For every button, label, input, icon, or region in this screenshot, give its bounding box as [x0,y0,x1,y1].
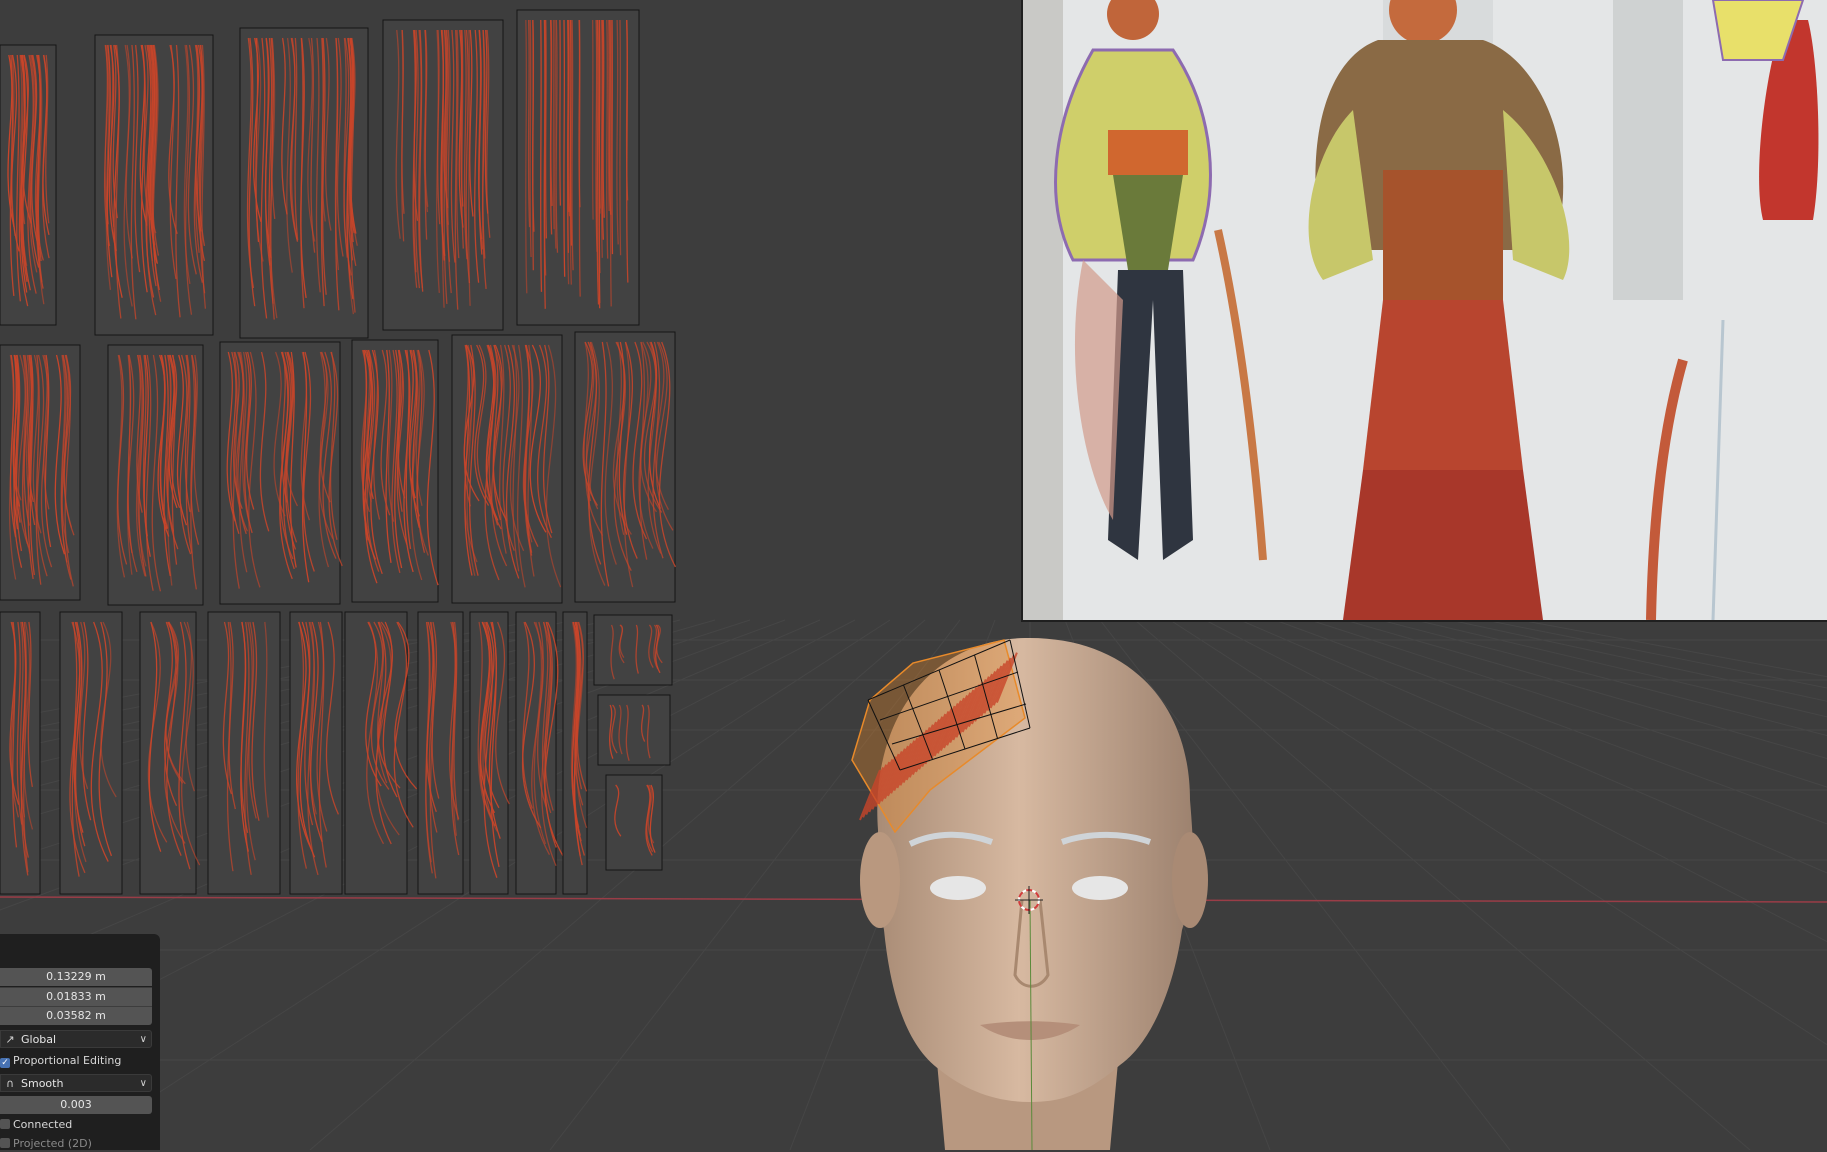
hair-card[interactable] [344,611,418,895]
checkbox-unchecked-icon [0,1138,10,1148]
connected-label: Connected [13,1118,73,1131]
orientation-label: Global [21,1033,57,1046]
hair-cards[interactable] [0,9,677,895]
proportional-size-field[interactable]: 0.003 [0,1096,152,1114]
hair-card[interactable] [239,27,369,339]
move-x-field[interactable]: 0.13229 m [0,968,152,986]
hair-card[interactable] [94,34,214,336]
hair-card[interactable] [593,614,673,686]
hair-card[interactable] [597,694,671,766]
left-ear [860,832,900,928]
hair-card[interactable] [351,339,439,603]
hair-card[interactable] [605,774,663,871]
hair-card[interactable] [562,611,588,895]
hair-card[interactable] [417,611,464,895]
adjust-last-operation-panel[interactable]: 0.13229 m 0.01833 m 0.03582 m ↗ Global ∨… [0,934,160,1150]
connected-checkbox[interactable]: Connected [0,1117,72,1133]
hair-card[interactable] [107,344,204,606]
hair-card[interactable] [0,44,57,326]
hair-card[interactable] [451,334,563,604]
left-eye [930,876,986,900]
orientation-dropdown[interactable]: ↗ Global ∨ [0,1030,152,1048]
reference-image-concept-art[interactable] [1021,0,1827,622]
move-z-field[interactable]: 0.03582 m [0,1006,152,1025]
falloff-dropdown[interactable]: ∩ Smooth ∨ [0,1074,152,1092]
chevron-down-icon: ∨ [139,1034,147,1045]
hair-card[interactable] [207,611,281,895]
hair-card[interactable] [219,341,343,605]
hair-card[interactable] [516,9,640,326]
hair-card[interactable] [382,19,504,331]
projected-2d-label: Projected (2D) [13,1137,92,1150]
checkbox-checked-icon: ✓ [0,1058,10,1068]
hair-card[interactable] [515,611,566,895]
move-y-field[interactable]: 0.01833 m [0,987,152,1006]
chevron-down-icon: ∨ [139,1078,147,1089]
hair-card[interactable] [0,344,81,601]
hair-card[interactable] [139,611,201,895]
hair-card[interactable] [0,611,41,895]
checkbox-unchecked-icon [0,1119,10,1129]
hair-card[interactable] [289,611,343,895]
falloff-label: Smooth [21,1077,64,1090]
proportional-editing-label: Proportional Editing [13,1054,122,1067]
right-eye [1072,876,1128,900]
orientation-icon: ↗ [5,1033,15,1046]
right-ear [1172,832,1208,928]
3d-viewport[interactable]: 0.13229 m 0.01833 m 0.03582 m ↗ Global ∨… [0,0,1827,1150]
proportional-editing-checkbox[interactable]: ✓ Proportional Editing [0,1053,121,1069]
falloff-curve-icon: ∩ [5,1077,15,1090]
hair-card[interactable] [469,611,510,895]
concept-art-illustration [1023,0,1827,620]
hair-card[interactable] [574,331,677,603]
hair-card[interactable] [59,611,123,895]
